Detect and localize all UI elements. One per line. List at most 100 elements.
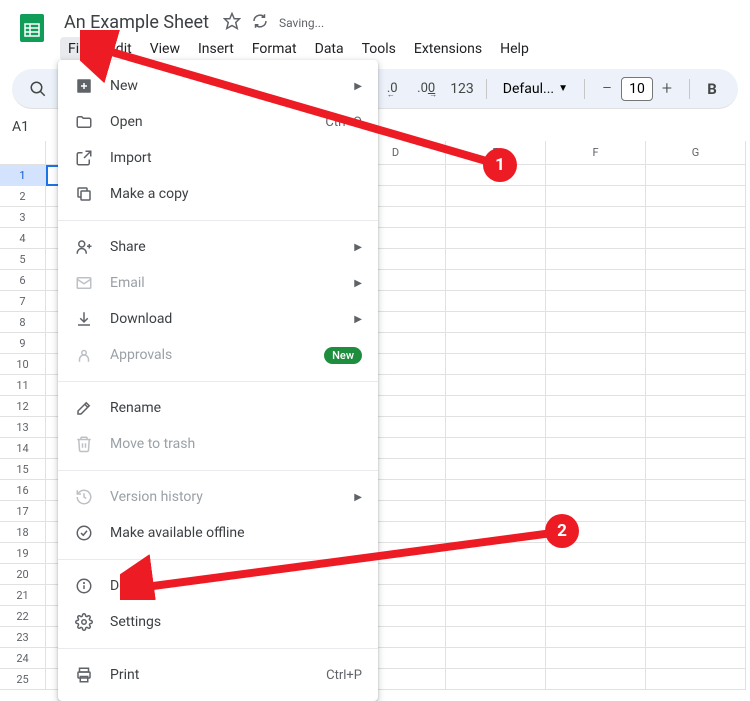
cell[interactable] — [646, 249, 746, 270]
cell[interactable] — [446, 543, 546, 564]
cell[interactable] — [446, 606, 546, 627]
menubar-item-extensions[interactable]: Extensions — [406, 37, 490, 61]
cell[interactable] — [546, 522, 646, 543]
cell[interactable] — [446, 249, 546, 270]
cell[interactable] — [546, 270, 646, 291]
cell[interactable] — [446, 270, 546, 291]
decrease-decimal-button[interactable]: .0← — [378, 75, 406, 103]
cell[interactable] — [446, 375, 546, 396]
row-header[interactable]: 18 — [0, 522, 46, 543]
cell[interactable] — [446, 669, 546, 690]
font-size-input[interactable] — [621, 77, 653, 101]
cell[interactable] — [546, 564, 646, 585]
row-header[interactable]: 2 — [0, 186, 46, 207]
cell[interactable] — [546, 291, 646, 312]
row-header[interactable]: 9 — [0, 333, 46, 354]
row-header[interactable]: 5 — [0, 249, 46, 270]
menu-item-print[interactable]: PrintCtrl+P — [58, 657, 378, 693]
number-format-button[interactable]: 123 — [446, 81, 478, 97]
cell[interactable] — [646, 312, 746, 333]
cell[interactable] — [546, 438, 646, 459]
cell[interactable] — [446, 312, 546, 333]
cell[interactable] — [446, 207, 546, 228]
cell[interactable] — [546, 186, 646, 207]
cell[interactable] — [646, 459, 746, 480]
cell[interactable] — [646, 228, 746, 249]
cell[interactable] — [546, 669, 646, 690]
cell[interactable] — [546, 396, 646, 417]
select-all-corner[interactable] — [0, 141, 46, 165]
cell[interactable] — [646, 291, 746, 312]
row-header[interactable]: 22 — [0, 606, 46, 627]
cell[interactable] — [646, 564, 746, 585]
sheets-logo[interactable] — [12, 8, 52, 48]
cell[interactable] — [646, 438, 746, 459]
cell[interactable] — [646, 375, 746, 396]
cell[interactable] — [446, 438, 546, 459]
cell[interactable] — [546, 480, 646, 501]
menubar-item-view[interactable]: View — [142, 37, 188, 61]
cell[interactable] — [646, 354, 746, 375]
row-header[interactable]: 13 — [0, 417, 46, 438]
cell[interactable] — [546, 459, 646, 480]
row-header[interactable]: 7 — [0, 291, 46, 312]
menu-item-open[interactable]: OpenCtrl+O — [58, 104, 378, 140]
cell[interactable] — [646, 585, 746, 606]
row-header[interactable]: 14 — [0, 438, 46, 459]
row-header[interactable]: 17 — [0, 501, 46, 522]
cell[interactable] — [646, 501, 746, 522]
row-header[interactable]: 12 — [0, 396, 46, 417]
menu-item-share[interactable]: Share▶ — [58, 229, 378, 265]
cell[interactable] — [446, 333, 546, 354]
menubar-item-file[interactable]: File — [60, 37, 98, 61]
menu-item-download[interactable]: Download▶ — [58, 301, 378, 337]
menubar-item-tools[interactable]: Tools — [354, 37, 404, 61]
cell[interactable] — [446, 165, 546, 186]
cell[interactable] — [646, 207, 746, 228]
column-header[interactable]: E — [446, 141, 546, 165]
cell[interactable] — [446, 396, 546, 417]
cell[interactable] — [646, 648, 746, 669]
cell[interactable] — [446, 186, 546, 207]
row-header[interactable]: 8 — [0, 312, 46, 333]
cell[interactable] — [546, 375, 646, 396]
row-header[interactable]: 3 — [0, 207, 46, 228]
menu-item-import[interactable]: Import — [58, 140, 378, 176]
row-header[interactable]: 21 — [0, 585, 46, 606]
row-header[interactable]: 6 — [0, 270, 46, 291]
row-header[interactable]: 20 — [0, 564, 46, 585]
column-header[interactable]: G — [646, 141, 746, 165]
menu-item-rename[interactable]: Rename — [58, 390, 378, 426]
cell[interactable] — [446, 459, 546, 480]
row-header[interactable]: 11 — [0, 375, 46, 396]
menubar-item-insert[interactable]: Insert — [190, 37, 242, 61]
menu-item-make-a-copy[interactable]: Make a copy — [58, 176, 378, 212]
cell-reference[interactable]: A1 — [12, 119, 52, 135]
cell[interactable] — [546, 501, 646, 522]
cell[interactable] — [446, 417, 546, 438]
cell[interactable] — [446, 648, 546, 669]
cell[interactable] — [646, 669, 746, 690]
cell[interactable] — [646, 270, 746, 291]
menubar-item-help[interactable]: Help — [492, 37, 537, 61]
cell[interactable] — [646, 186, 746, 207]
increase-decimal-button[interactable]: .00→ — [412, 75, 440, 103]
cell[interactable] — [546, 354, 646, 375]
star-icon[interactable] — [223, 12, 241, 34]
document-title[interactable]: An Example Sheet — [60, 10, 213, 35]
increase-font-size-button[interactable]: + — [653, 75, 681, 103]
cell[interactable] — [446, 501, 546, 522]
cell[interactable] — [546, 207, 646, 228]
cell[interactable] — [546, 333, 646, 354]
cell[interactable] — [546, 249, 646, 270]
row-header[interactable]: 19 — [0, 543, 46, 564]
row-header[interactable]: 16 — [0, 480, 46, 501]
font-family-select[interactable]: Defaul... ▼ — [495, 81, 576, 97]
cell[interactable] — [446, 480, 546, 501]
menubar-item-data[interactable]: Data — [307, 37, 352, 61]
cell[interactable] — [646, 417, 746, 438]
row-header[interactable]: 15 — [0, 459, 46, 480]
cell[interactable] — [546, 606, 646, 627]
menu-item-new[interactable]: New▶ — [58, 68, 378, 104]
cell[interactable] — [546, 312, 646, 333]
